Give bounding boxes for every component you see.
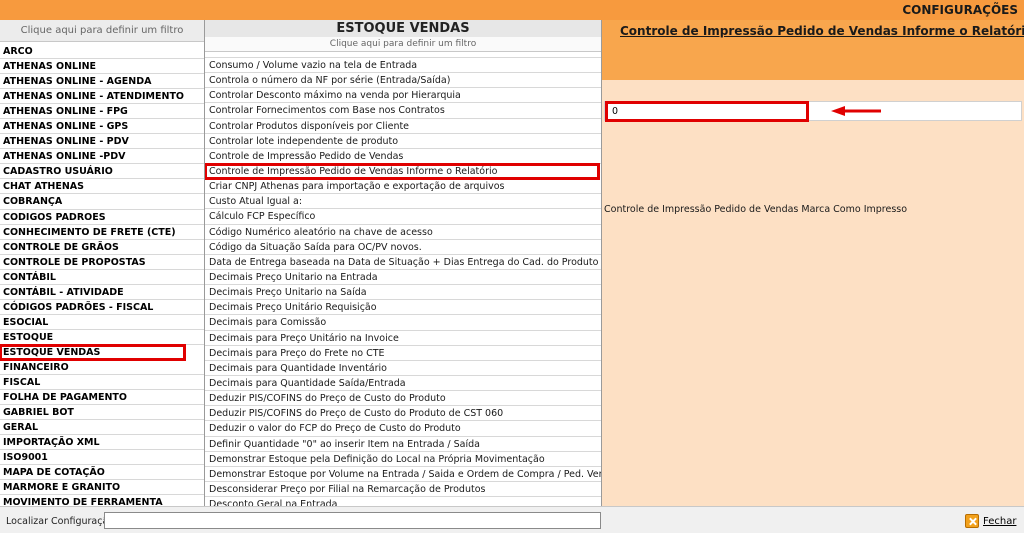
config-detail-panel: Controle de Impressão Pedido de Vendas I…: [602, 20, 1024, 506]
category-item[interactable]: CONTÁBIL: [0, 270, 204, 285]
option-item[interactable]: Criar CNPJ Athenas para importação e exp…: [205, 179, 601, 195]
category-item[interactable]: MARMORE E GRANITO: [0, 480, 204, 496]
options-panel-title: ESTOQUE VENDAS: [205, 20, 601, 37]
option-item[interactable]: Controle de Impressão Pedido de Vendas I…: [205, 162, 600, 181]
category-item[interactable]: CONTROLE DE PROPOSTAS: [0, 255, 204, 270]
option-item[interactable]: Decimais para Quantidade Inventário: [205, 361, 601, 376]
option-item[interactable]: Definir Quantidade "0" ao inserir Item n…: [205, 437, 601, 452]
category-item[interactable]: CONTROLE DE GRÃOS: [0, 240, 204, 255]
option-item[interactable]: Deduzir PIS/COFINS do Preço de Custo do …: [205, 391, 601, 407]
category-item[interactable]: COBRANÇA: [0, 194, 204, 210]
category-item[interactable]: ATHENAS ONLINE -PDV: [0, 149, 204, 165]
category-item[interactable]: CÓDIGOS PADRÕES - FISCAL: [0, 300, 204, 315]
category-item[interactable]: CONTÁBIL - ATIVIDADE: [0, 285, 204, 300]
search-input[interactable]: [104, 512, 601, 529]
option-item[interactable]: Decimais para Comissão: [205, 315, 601, 331]
close-icon: [965, 514, 979, 528]
option-item[interactable]: Desconsiderar Preço por Filial na Remarc…: [205, 482, 601, 498]
category-item[interactable]: ISO9001: [0, 450, 204, 466]
option-item[interactable]: Decimais Preço Unitario na Entrada: [205, 270, 601, 286]
category-item[interactable]: ESTOQUE: [0, 330, 204, 345]
category-item[interactable]: ESTOQUE VENDAS: [0, 343, 186, 361]
category-item[interactable]: CONHECIMENTO DE FRETE (CTE): [0, 225, 204, 240]
option-item[interactable]: Controlar Desconto máximo na venda por H…: [205, 88, 601, 104]
detail-header: Controle de Impressão Pedido de Vendas I…: [602, 20, 1024, 80]
category-item[interactable]: FOLHA DE PAGAMENTO: [0, 390, 204, 406]
option-item[interactable]: Decimais para Preço Unitário na Invoice: [205, 331, 601, 346]
option-item[interactable]: Demonstrar Estoque por Volume na Entrada…: [205, 467, 601, 482]
category-item[interactable]: IMPORTAÇÃO XML: [0, 435, 204, 451]
option-item[interactable]: Decimais Preço Unitário Requisição: [205, 300, 601, 316]
category-item[interactable]: ATHENAS ONLINE - FPG: [0, 104, 204, 120]
option-item[interactable]: Custo Atual Igual a:: [205, 194, 601, 210]
config-value-field[interactable]: 0: [605, 101, 809, 122]
bottom-bar: Localizar Configuração: Fechar: [0, 506, 1024, 533]
category-item[interactable]: ATHENAS ONLINE - AGENDA: [0, 74, 204, 90]
detail-title: Controle de Impressão Pedido de Vendas I…: [620, 24, 1024, 38]
option-item[interactable]: Desconto Geral na Entrada: [205, 497, 601, 506]
option-item[interactable]: Controlar Produtos disponíveis por Clien…: [205, 119, 601, 134]
detail-description: Controle de Impressão Pedido de Vendas M…: [604, 204, 908, 215]
category-item[interactable]: MOVIMENTO DE FERRAMENTA: [0, 495, 204, 506]
option-item[interactable]: Decimais para Quantidade Saída/Entrada: [205, 376, 601, 392]
category-filter[interactable]: Clique aqui para definir um filtro: [0, 20, 204, 42]
option-item[interactable]: Data de Entrega baseada na Data de Situa…: [205, 255, 601, 270]
value-row: 0: [604, 101, 1022, 122]
category-item[interactable]: FISCAL: [0, 375, 204, 391]
category-item[interactable]: ESOCIAL: [0, 315, 204, 330]
option-item[interactable]: Decimais Preço Unitario na Saída: [205, 285, 601, 301]
category-item[interactable]: ATHENAS ONLINE: [0, 59, 204, 75]
category-item[interactable]: ATHENAS ONLINE - ATENDIMENTO: [0, 89, 204, 105]
category-item[interactable]: FINANCEIRO: [0, 360, 204, 376]
options-filter[interactable]: Clique aqui para definir um filtro: [205, 37, 601, 52]
category-item[interactable]: CHAT ATHENAS: [0, 179, 204, 195]
option-item[interactable]: Consumo / Volume vazio na tela de Entrad…: [205, 58, 601, 74]
window-title: CONFIGURAÇÕES: [902, 3, 1018, 17]
category-list: ARCO ATHENAS ONLINE ATHENAS ONLINE - AGEND…: [0, 44, 204, 506]
option-item[interactable]: Controlar Fornecimentos com Base nos Con…: [205, 103, 601, 119]
category-item[interactable]: ATHENAS ONLINE - PDV: [0, 134, 204, 150]
option-item[interactable]: Controla o número da NF por série (Entra…: [205, 73, 601, 89]
category-item[interactable]: ATHENAS ONLINE - GPS: [0, 119, 204, 135]
close-button[interactable]: Fechar: [965, 512, 1016, 530]
option-item[interactable]: Cálculo FCP Específico: [205, 209, 601, 225]
option-item[interactable]: Deduzir o valor do FCP do Preço de Custo…: [205, 421, 601, 437]
options-list-panel: ESTOQUE VENDAS Clique aqui para definir …: [205, 20, 602, 506]
close-button-label: Fechar: [983, 515, 1017, 527]
category-item[interactable]: GABRIEL BOT: [0, 405, 204, 421]
category-list-panel: Clique aqui para definir um filtro ARCO A…: [0, 20, 205, 506]
option-item[interactable]: Decimais para Preço do Frete no CTE: [205, 346, 601, 361]
option-item[interactable]: Demonstrar Estoque pela Definição do Loc…: [205, 452, 601, 467]
category-item[interactable]: MAPA DE COTAÇÃO: [0, 465, 204, 481]
option-item[interactable]: Controlar lote independente de produto: [205, 134, 601, 149]
option-item[interactable]: Deduzir PIS/COFINS do Preço de Custo do …: [205, 406, 601, 422]
options-list: Consumo / Volume vazio na tela de Entrad…: [205, 58, 601, 506]
category-item[interactable]: CADASTRO USUÁRIO: [0, 164, 204, 180]
option-item[interactable]: Controle de Impressão Pedido de Vendas: [205, 149, 601, 164]
category-item[interactable]: ARCO: [0, 44, 204, 60]
arrow-left-icon: [831, 106, 881, 116]
category-item[interactable]: GERAL: [0, 420, 204, 436]
title-bar: CONFIGURAÇÕES: [0, 0, 1024, 20]
category-item[interactable]: CODIGOS PADROES: [0, 210, 204, 225]
search-label: Localizar Configuração:: [6, 516, 118, 527]
option-item[interactable]: Código da Situação Saída para OC/PV novo…: [205, 240, 601, 255]
option-item[interactable]: Código Numérico aleatório na chave de ac…: [205, 225, 601, 240]
